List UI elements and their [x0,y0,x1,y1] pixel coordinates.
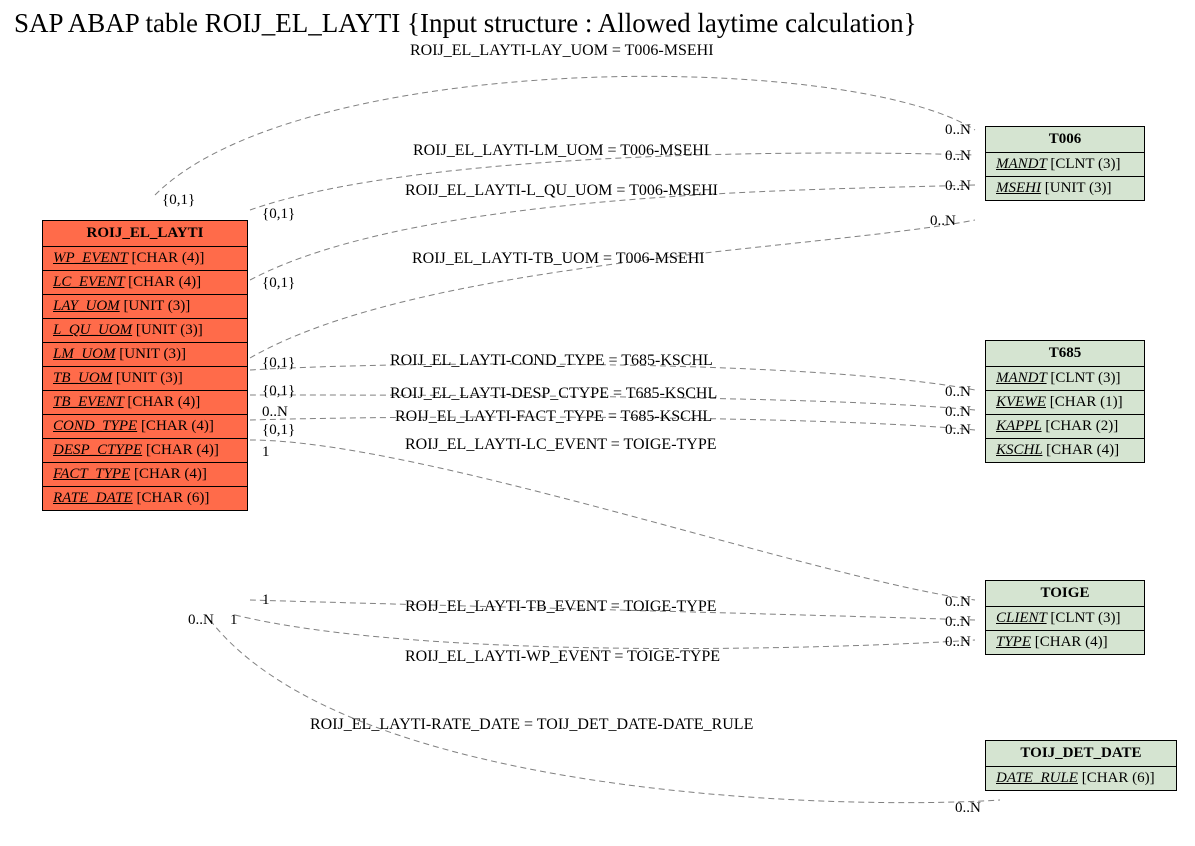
cardinality: 0..N [930,213,956,230]
cardinality: 1 [262,592,270,609]
relation-label: ROIJ_EL_LAYTI-FACT_TYPE = T685-KSCHL [395,408,712,426]
field-row: KVEWE [CHAR (1)] [986,391,1144,415]
field-row: RATE_DATE [CHAR (6)] [43,487,247,510]
cardinality: 0..N [945,178,971,195]
entity-t006: T006 MANDT [CLNT (3)] MSEHI [UNIT (3)] [985,126,1145,201]
field-row: LAY_UOM [UNIT (3)] [43,295,247,319]
cardinality: {0,1} [262,422,295,439]
entity-header: T006 [986,127,1144,153]
field-row: MSEHI [UNIT (3)] [986,177,1144,200]
cardinality: 0..N [955,800,981,817]
cardinality: 0..N [945,594,971,611]
field-row: LM_UOM [UNIT (3)] [43,343,247,367]
field-row: KAPPL [CHAR (2)] [986,415,1144,439]
cardinality: {0,1} [262,206,295,223]
field-row: DESP_CTYPE [CHAR (4)] [43,439,247,463]
cardinality: 0..N [262,404,288,421]
field-row: COND_TYPE [CHAR (4)] [43,415,247,439]
cardinality: 1 [230,612,238,629]
relation-label: ROIJ_EL_LAYTI-RATE_DATE = TOIJ_DET_DATE-… [310,716,753,734]
entity-toige: TOIGE CLIENT [CLNT (3)] TYPE [CHAR (4)] [985,580,1145,655]
cardinality: 0..N [945,122,971,139]
relation-label: ROIJ_EL_LAYTI-DESP_CTYPE = T685-KSCHL [390,385,717,403]
entity-t685: T685 MANDT [CLNT (3)] KVEWE [CHAR (1)] K… [985,340,1145,463]
relation-label: ROIJ_EL_LAYTI-L_QU_UOM = T006-MSEHI [405,182,718,200]
relation-label: ROIJ_EL_LAYTI-COND_TYPE = T685-KSCHL [390,352,713,370]
cardinality: {0,1} [262,355,295,372]
relation-label: ROIJ_EL_LAYTI-WP_EVENT = TOIGE-TYPE [405,648,720,666]
cardinality: 1 [262,444,270,461]
relation-label: ROIJ_EL_LAYTI-LC_EVENT = TOIGE-TYPE [405,436,717,454]
field-row: DATE_RULE [CHAR (6)] [986,767,1176,790]
entity-toij-det-date: TOIJ_DET_DATE DATE_RULE [CHAR (6)] [985,740,1177,791]
cardinality: 0..N [945,384,971,401]
field-row: CLIENT [CLNT (3)] [986,607,1144,631]
cardinality: 0..N [945,634,971,651]
relation-label: ROIJ_EL_LAYTI-TB_EVENT = TOIGE-TYPE [405,598,717,616]
cardinality: {0,1} [262,275,295,292]
cardinality: 0..N [945,148,971,165]
entity-roij-el-layti: ROIJ_EL_LAYTI WP_EVENT [CHAR (4)] LC_EVE… [42,220,248,511]
field-row: WP_EVENT [CHAR (4)] [43,247,247,271]
field-row: MANDT [CLNT (3)] [986,367,1144,391]
field-row: L_QU_UOM [UNIT (3)] [43,319,247,343]
relation-label: ROIJ_EL_LAYTI-TB_UOM = T006-MSEHI [412,250,705,268]
entity-header: ROIJ_EL_LAYTI [43,221,247,247]
field-row: KSCHL [CHAR (4)] [986,439,1144,462]
relation-label: ROIJ_EL_LAYTI-LAY_UOM = T006-MSEHI [410,42,714,60]
field-row: MANDT [CLNT (3)] [986,153,1144,177]
entity-header: TOIJ_DET_DATE [986,741,1176,767]
cardinality: {0,1} [262,383,295,400]
field-row: TYPE [CHAR (4)] [986,631,1144,654]
cardinality: 0..N [945,614,971,631]
cardinality: 0..N [945,404,971,421]
cardinality: 0..N [945,422,971,439]
field-row: TB_EVENT [CHAR (4)] [43,391,247,415]
entity-header: T685 [986,341,1144,367]
field-row: TB_UOM [UNIT (3)] [43,367,247,391]
cardinality: {0,1} [162,192,195,209]
field-row: FACT_TYPE [CHAR (4)] [43,463,247,487]
page-title: SAP ABAP table ROIJ_EL_LAYTI {Input stru… [14,8,917,39]
cardinality: 0..N [188,612,214,629]
field-row: LC_EVENT [CHAR (4)] [43,271,247,295]
entity-header: TOIGE [986,581,1144,607]
relation-label: ROIJ_EL_LAYTI-LM_UOM = T006-MSEHI [413,142,709,160]
